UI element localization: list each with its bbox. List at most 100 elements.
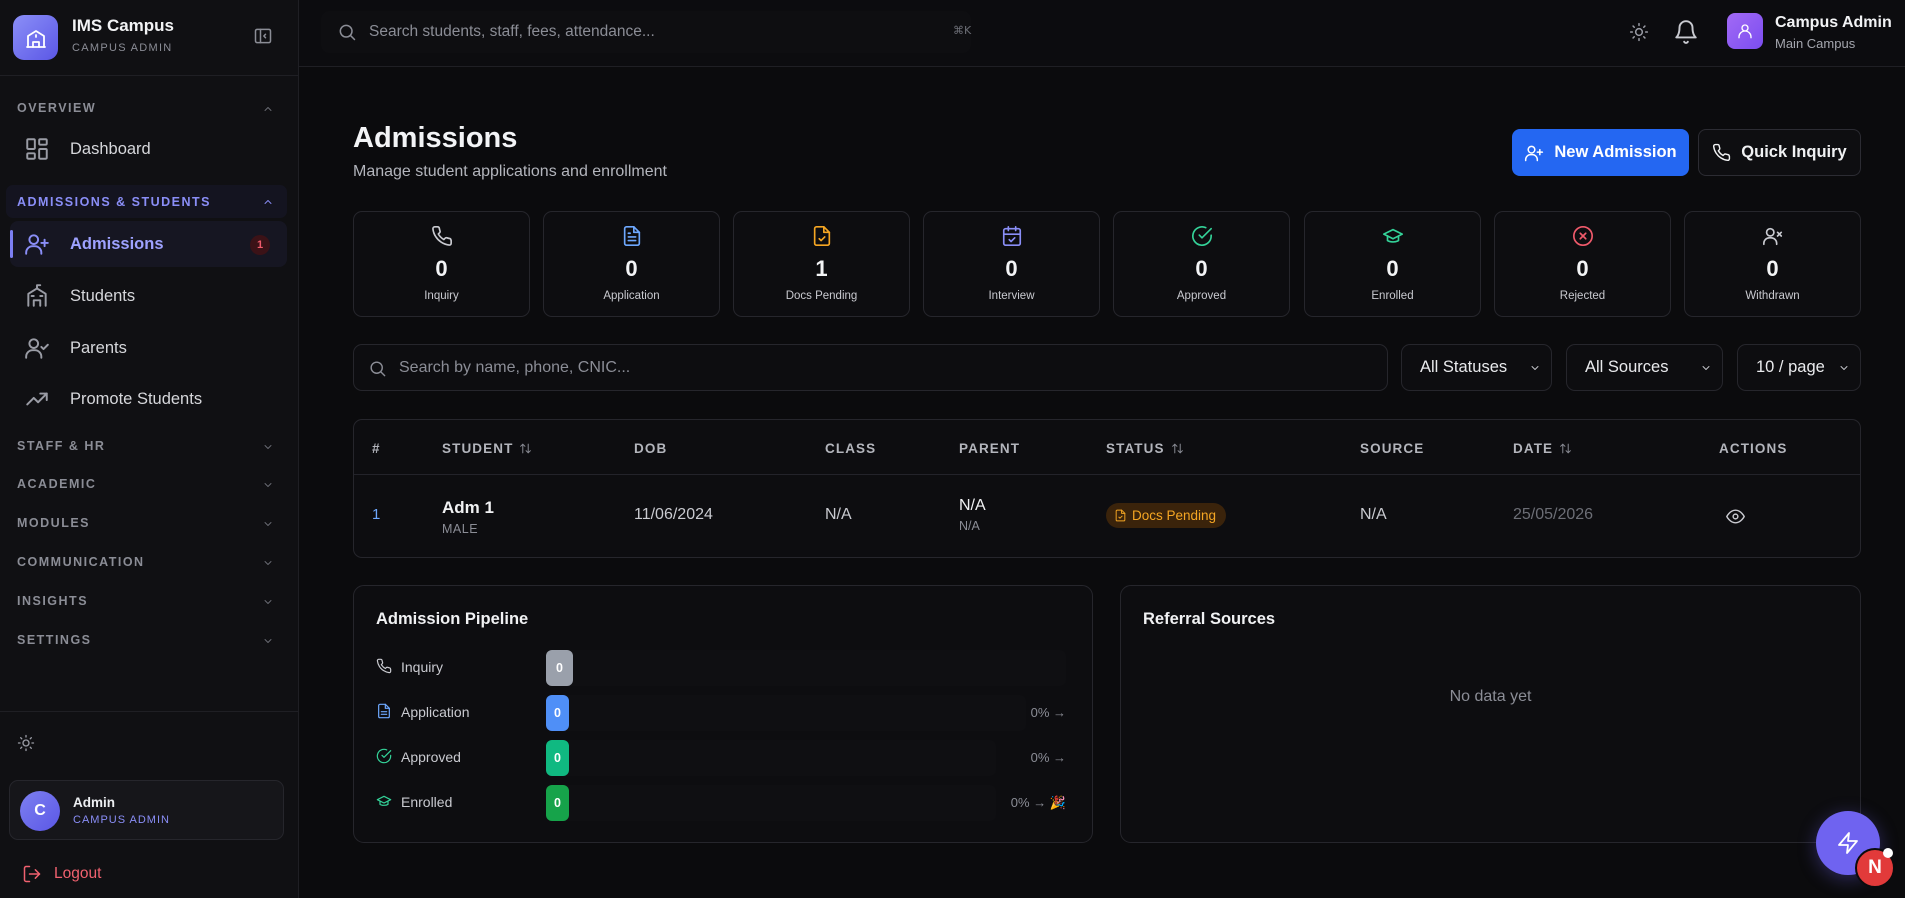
logout-button[interactable]: Logout bbox=[22, 864, 101, 884]
sidebar: IMS Campus CAMPUS ADMIN OVERVIEW Dashboa… bbox=[0, 0, 299, 898]
sidebar-item-students[interactable]: Students bbox=[10, 273, 287, 319]
topbar-user-name[interactable]: Campus Admin bbox=[1775, 14, 1892, 32]
stat-value: 0 bbox=[1766, 256, 1779, 281]
sidebar-item-label: Promote Students bbox=[70, 389, 203, 408]
student-gender: MALE bbox=[442, 522, 479, 536]
column-header-number: # bbox=[372, 441, 381, 456]
section-admissions-students[interactable]: ADMISSIONS & STUDENTS bbox=[17, 195, 211, 209]
stat-card-rejected[interactable]: 0 Rejected bbox=[1494, 211, 1671, 317]
graduation-cap-icon bbox=[376, 793, 394, 811]
admissions-search[interactable] bbox=[353, 344, 1388, 391]
chevron-down-icon[interactable] bbox=[262, 479, 274, 491]
sidebar-collapse-icon[interactable] bbox=[253, 26, 275, 48]
section-insights[interactable]: INSIGHTS bbox=[17, 594, 88, 608]
new-admission-button[interactable]: New Admission bbox=[1512, 129, 1689, 176]
bell-icon[interactable] bbox=[1673, 19, 1699, 45]
user-icon[interactable] bbox=[1727, 13, 1763, 49]
stat-value: 1 bbox=[815, 256, 828, 281]
sidebar-item-parents[interactable]: Parents bbox=[10, 325, 287, 371]
sun-icon[interactable] bbox=[17, 734, 37, 754]
chevron-up-icon[interactable] bbox=[262, 196, 274, 208]
pipeline-track bbox=[546, 785, 996, 821]
page-subtitle: Manage student applications and enrollme… bbox=[353, 163, 667, 180]
admissions-search-input[interactable] bbox=[399, 357, 999, 379]
pipeline-percent: 0% → 🎉 bbox=[1010, 795, 1066, 810]
column-header-parent: PARENT bbox=[959, 441, 1021, 456]
sidebar-item-admissions[interactable]: Admissions 1 bbox=[10, 221, 287, 267]
source-filter-select[interactable]: All Sources bbox=[1566, 344, 1723, 391]
section-overview[interactable]: OVERVIEW bbox=[17, 101, 96, 115]
column-header-class: CLASS bbox=[825, 441, 877, 456]
user-check-icon bbox=[24, 335, 50, 361]
pipeline-bar: 0 bbox=[546, 695, 569, 731]
pipeline-row-enrolled: Enrolled 0 0% → 🎉 bbox=[376, 785, 1066, 821]
chevron-down-icon bbox=[1702, 366, 1710, 370]
student-name[interactable]: Adm 1 bbox=[442, 498, 494, 518]
quick-inquiry-button[interactable]: Quick Inquiry bbox=[1698, 129, 1861, 176]
status-badge: Docs Pending bbox=[1106, 503, 1227, 528]
stat-card-application[interactable]: 0 Application bbox=[543, 211, 720, 317]
section-modules[interactable]: MODULES bbox=[17, 516, 90, 530]
chevron-down-icon[interactable] bbox=[262, 518, 274, 530]
sidebar-item-label: Admissions bbox=[70, 234, 164, 253]
column-header-date[interactable]: DATE bbox=[1513, 441, 1572, 456]
pipeline-bar: 0 bbox=[546, 740, 569, 776]
student-class: N/A bbox=[825, 506, 852, 523]
section-academic[interactable]: ACADEMIC bbox=[17, 477, 96, 491]
pipeline-track bbox=[546, 650, 1066, 686]
user-x-icon bbox=[1762, 225, 1784, 247]
pipeline-track bbox=[546, 740, 996, 776]
panel-title: Admission Pipeline bbox=[376, 610, 529, 628]
user-name: Admin bbox=[73, 795, 115, 810]
section-staff-hr[interactable]: STAFF & HR bbox=[17, 439, 105, 453]
sidebar-item-promote-students[interactable]: Promote Students bbox=[10, 376, 287, 422]
chevron-down-icon[interactable] bbox=[262, 596, 274, 608]
user-plus-icon bbox=[24, 231, 50, 257]
column-header-status[interactable]: STATUS bbox=[1106, 441, 1184, 456]
stat-card-approved[interactable]: 0 Approved bbox=[1113, 211, 1290, 317]
stat-card-inquiry[interactable]: 0 Inquiry bbox=[353, 211, 530, 317]
page-size-select[interactable]: 10 / page bbox=[1737, 344, 1861, 391]
column-header-actions: ACTIONS bbox=[1719, 441, 1788, 456]
chevron-down-icon[interactable] bbox=[262, 635, 274, 647]
chevron-up-icon[interactable] bbox=[262, 103, 274, 115]
new-admission-label: New Admission bbox=[1554, 143, 1677, 161]
section-settings[interactable]: SETTINGS bbox=[17, 633, 92, 647]
stat-label: Enrolled bbox=[1371, 290, 1414, 302]
file-check-icon bbox=[1115, 509, 1126, 522]
user-card[interactable]: C Admin CAMPUS ADMIN bbox=[9, 780, 284, 840]
eye-icon[interactable] bbox=[1726, 507, 1745, 526]
sort-icon bbox=[520, 443, 532, 454]
column-header-source: SOURCE bbox=[1360, 441, 1425, 456]
stat-value: 0 bbox=[1386, 256, 1399, 281]
section-communication[interactable]: COMMUNICATION bbox=[17, 555, 145, 569]
column-header-student[interactable]: STUDENT bbox=[442, 441, 532, 456]
stat-card-withdrawn[interactable]: 0 Withdrawn bbox=[1684, 211, 1861, 317]
phone-icon bbox=[1713, 143, 1731, 162]
stat-card-enrolled[interactable]: 0 Enrolled bbox=[1304, 211, 1481, 317]
stat-label: Application bbox=[603, 290, 660, 302]
stat-label: Docs Pending bbox=[785, 290, 858, 302]
user-role: CAMPUS ADMIN bbox=[73, 814, 170, 826]
sidebar-item-dashboard[interactable]: Dashboard bbox=[10, 126, 287, 172]
status-filter-select[interactable]: All Statuses bbox=[1401, 344, 1552, 391]
referral-sources-panel: Referral Sources No data yet bbox=[1120, 585, 1861, 843]
panel-title: Referral Sources bbox=[1143, 610, 1276, 628]
stat-card-docs-pending[interactable]: 1 Docs Pending bbox=[733, 211, 910, 317]
theme-toggle-sun-icon[interactable] bbox=[1629, 22, 1651, 44]
pipeline-label: Application bbox=[401, 704, 470, 720]
stat-card-interview[interactable]: 0 Interview bbox=[923, 211, 1100, 317]
table-header: # STUDENT DOB CLASS PARENT STATUS SOURCE… bbox=[354, 420, 1860, 475]
pipeline-bar: 0 bbox=[546, 785, 569, 821]
chevron-down-icon[interactable] bbox=[262, 557, 274, 569]
logout-label: Logout bbox=[54, 865, 102, 882]
global-search-input[interactable] bbox=[369, 20, 869, 44]
global-search[interactable]: ⌘K bbox=[321, 11, 971, 53]
row-number: 1 bbox=[372, 506, 381, 523]
school-logo-icon bbox=[13, 15, 58, 60]
chevron-down-icon bbox=[1840, 366, 1848, 370]
stat-label: Rejected bbox=[1559, 290, 1606, 302]
chevron-down-icon[interactable] bbox=[262, 441, 274, 453]
parent-phone: N/A bbox=[959, 519, 980, 533]
topbar-user-campus: Main Campus bbox=[1775, 36, 1856, 51]
